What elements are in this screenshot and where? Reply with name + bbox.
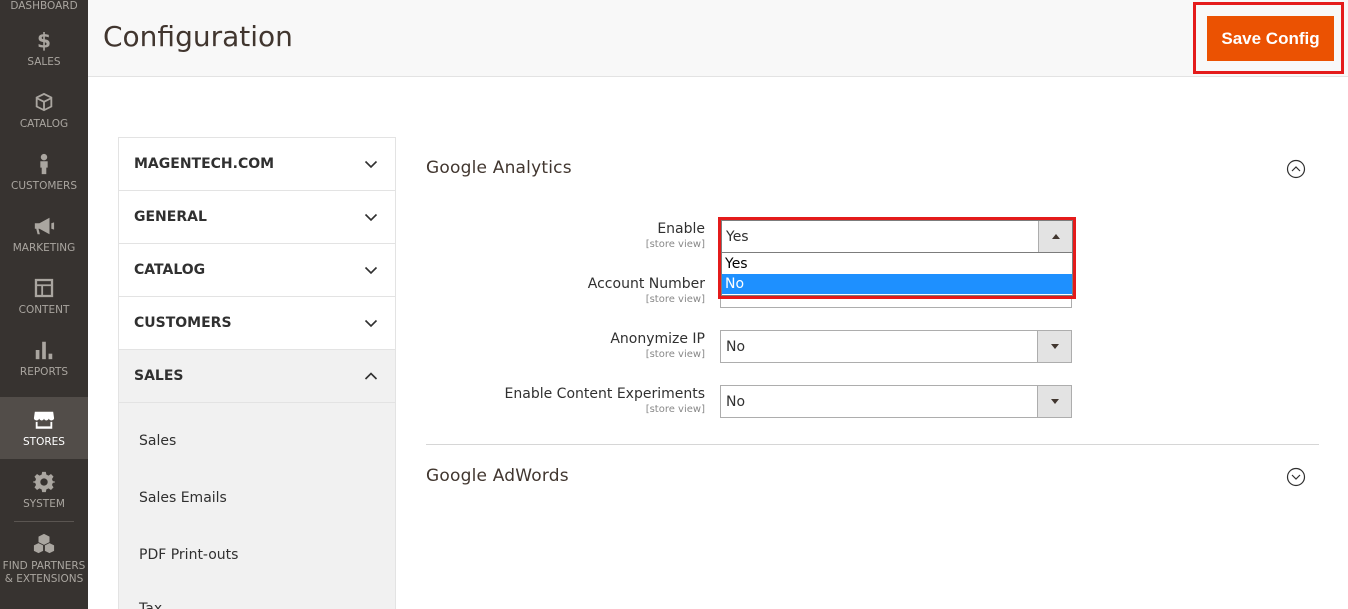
tab-section-label: GENERAL bbox=[134, 209, 207, 225]
anonymize-ip-select[interactable]: No bbox=[720, 330, 1072, 363]
bar-chart-icon bbox=[32, 338, 56, 362]
page-title: Configuration bbox=[103, 20, 293, 53]
google-analytics-title[interactable]: Google Analytics bbox=[426, 158, 572, 178]
tab-section-label: MAGENTECH.COM bbox=[134, 156, 275, 172]
tab-section-customers[interactable]: CUSTOMERS bbox=[119, 297, 395, 350]
chevron-down-icon bbox=[364, 316, 378, 330]
nav-item-sales[interactable]: $ SALES bbox=[0, 17, 88, 79]
nav-item-reports[interactable]: REPORTS bbox=[0, 327, 88, 389]
nav-item-stores[interactable]: STORES bbox=[0, 397, 88, 459]
enable-dropdown-highlight bbox=[718, 217, 1076, 299]
nav-item-customers[interactable]: CUSTOMERS bbox=[0, 141, 88, 203]
nav-item-catalog[interactable]: CATALOG bbox=[0, 79, 88, 141]
chevron-down-icon bbox=[364, 210, 378, 224]
chevron-down-icon bbox=[1037, 331, 1071, 362]
chevron-down-icon bbox=[364, 263, 378, 277]
layout-icon bbox=[32, 276, 56, 300]
nav-label: SALES bbox=[27, 55, 61, 68]
nav-item-system[interactable]: SYSTEM bbox=[0, 459, 88, 521]
section-divider bbox=[426, 444, 1319, 445]
chevron-down-icon bbox=[1037, 386, 1071, 417]
expand-circle-icon[interactable] bbox=[1286, 467, 1306, 487]
nav-label: CONTENT bbox=[18, 303, 70, 316]
nav-label: CUSTOMERS bbox=[10, 179, 77, 192]
dollar-icon: $ bbox=[32, 28, 56, 52]
nav-divider bbox=[14, 521, 74, 522]
nav-label: REPORTS bbox=[19, 365, 69, 378]
config-tabs: MAGENTECH.COM GENERAL CATALOG CUSTOMERS … bbox=[118, 137, 396, 609]
nav-label: STORES bbox=[23, 435, 65, 448]
nav-item-content[interactable]: CONTENT bbox=[0, 265, 88, 327]
tab-item-sales[interactable]: Sales bbox=[139, 433, 176, 449]
tab-section-sales[interactable]: SALES bbox=[119, 350, 395, 403]
select-value: No bbox=[726, 393, 746, 410]
tab-section-label: CUSTOMERS bbox=[134, 315, 232, 331]
nav-dashboard-label[interactable]: DASHBOARD bbox=[0, 0, 88, 12]
chevron-down-icon bbox=[364, 157, 378, 171]
field-scope-enable: [store view] bbox=[645, 239, 705, 250]
nav-label: MARKETING bbox=[12, 241, 76, 254]
content-experiments-select[interactable]: No bbox=[720, 385, 1072, 418]
field-label-anonymize-ip: Anonymize IP bbox=[610, 331, 705, 347]
tab-item-tax[interactable]: Tax bbox=[139, 601, 162, 609]
tab-section-general[interactable]: GENERAL bbox=[119, 191, 395, 244]
nav-label: FIND PARTNERS & EXTENSIONS bbox=[2, 560, 86, 585]
tab-item-sales-emails[interactable]: Sales Emails bbox=[139, 490, 227, 506]
field-label-content-experiments: Enable Content Experiments bbox=[504, 386, 705, 402]
field-label-enable: Enable bbox=[657, 221, 705, 237]
field-scope-content-experiments: [store view] bbox=[645, 404, 705, 415]
cubes-icon bbox=[32, 532, 56, 556]
sales-sub-list: Sales Sales Emails PDF Print-outs Tax bbox=[119, 403, 395, 609]
nav-label: CATALOG bbox=[19, 117, 69, 130]
megaphone-icon bbox=[32, 214, 56, 238]
tab-section-label: CATALOG bbox=[134, 262, 206, 278]
tab-section-label: SALES bbox=[134, 368, 184, 384]
field-scope-anonymize-ip: [store view] bbox=[645, 349, 705, 360]
tab-item-pdf-printouts[interactable]: PDF Print-outs bbox=[139, 547, 238, 563]
collapse-circle-icon[interactable] bbox=[1286, 159, 1306, 179]
tab-section-magentech[interactable]: MAGENTECH.COM bbox=[119, 138, 395, 191]
person-icon bbox=[32, 152, 56, 176]
select-value: No bbox=[726, 338, 746, 355]
nav-item-find-partners[interactable]: FIND PARTNERS & EXTENSIONS bbox=[0, 526, 88, 592]
store-icon bbox=[32, 408, 56, 432]
page-header: Configuration Save Config bbox=[88, 0, 1348, 77]
field-scope-account-number: [store view] bbox=[645, 294, 705, 305]
google-adwords-title[interactable]: Google AdWords bbox=[426, 466, 569, 486]
tab-section-catalog[interactable]: CATALOG bbox=[119, 244, 395, 297]
save-config-button[interactable]: Save Config bbox=[1207, 16, 1334, 61]
chevron-up-icon bbox=[364, 369, 378, 383]
box-icon bbox=[32, 90, 56, 114]
admin-sidebar: DASHBOARD $ SALES CATALOG CUSTOMERS MARK… bbox=[0, 0, 88, 609]
svg-text:$: $ bbox=[37, 29, 51, 51]
nav-label: SYSTEM bbox=[23, 497, 65, 510]
field-label-account-number: Account Number bbox=[587, 276, 705, 292]
gear-icon bbox=[32, 470, 56, 494]
nav-item-marketing[interactable]: MARKETING bbox=[0, 203, 88, 265]
